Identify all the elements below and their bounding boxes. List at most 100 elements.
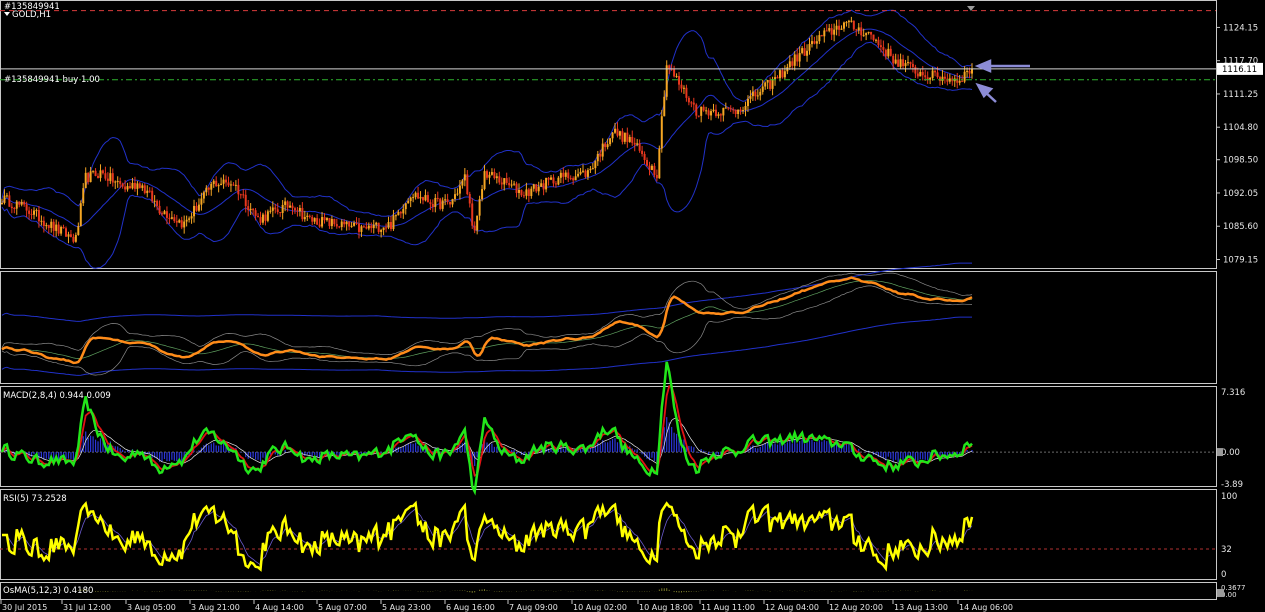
candle-body — [564, 172, 567, 177]
candle-body — [478, 199, 481, 216]
candle-body — [156, 200, 159, 206]
candle-body — [493, 172, 496, 179]
candle-body — [69, 234, 72, 237]
candle-body — [842, 22, 845, 29]
candle-body — [518, 189, 521, 193]
candle-body — [301, 207, 304, 220]
candle-body — [695, 104, 698, 116]
time-tick-label: 7 Aug 09:00 — [509, 603, 558, 612]
candle-body — [653, 165, 656, 175]
candle-body — [116, 181, 119, 183]
candle-body — [764, 82, 767, 87]
candle-body — [582, 170, 585, 172]
candle-body — [828, 28, 831, 31]
envelope-ribbon — [1, 280, 973, 359]
candle-body — [131, 182, 134, 189]
price-tick-label: 1079.15 — [1223, 255, 1258, 265]
time-axis: 30 Jul 2015 31 Jul 12:00 3 Aug 05:00 3 Aug … — [0, 600, 1013, 612]
candle-body — [700, 106, 703, 116]
arrow-icon — [975, 82, 997, 103]
candle-body — [449, 201, 452, 205]
candle-body — [141, 185, 144, 188]
envelope-lower — [1, 316, 972, 376]
candle-body — [754, 91, 757, 97]
candle-body — [35, 210, 38, 212]
candle-body — [498, 176, 501, 183]
candle-body — [55, 224, 58, 231]
candle-body — [138, 183, 141, 188]
price-levels: 1116.11 — [0, 10, 1263, 81]
candle-body — [562, 172, 565, 177]
candle-body — [724, 107, 727, 109]
candle-body — [596, 154, 599, 162]
time-tick-label: 4 Aug 14:00 — [255, 603, 304, 612]
candle-body — [867, 31, 870, 34]
candle-body — [906, 62, 909, 64]
candle-body — [239, 194, 242, 196]
scroll-handle[interactable] — [1217, 589, 1224, 597]
trading-chart[interactable]: 1124.151117.701111.251104.801098.501092.… — [0, 0, 1265, 612]
candle-body — [798, 53, 801, 62]
candle-body — [28, 210, 31, 214]
candle-body — [884, 49, 887, 57]
candle-body — [227, 182, 230, 186]
candle-body — [717, 114, 720, 116]
macd-main-line — [0, 361, 973, 496]
candle-body — [436, 197, 439, 199]
candle-body — [8, 195, 11, 207]
time-tick-label: 3 Aug 05:00 — [127, 603, 176, 612]
candle-body — [966, 70, 969, 72]
candle-body — [249, 208, 252, 211]
candle-body — [623, 132, 626, 142]
candle-body — [466, 174, 469, 195]
candle-body — [936, 72, 939, 78]
candle-body — [119, 181, 122, 184]
candle-body — [50, 221, 53, 228]
candle-body — [360, 226, 363, 232]
candle-body — [714, 109, 717, 116]
candle-body — [823, 30, 826, 37]
candle-body — [79, 203, 82, 227]
candle-body — [530, 188, 533, 196]
candle-body — [899, 59, 902, 67]
candle-body — [338, 226, 341, 228]
candle-body — [10, 206, 13, 209]
candle-body — [958, 80, 961, 83]
candle-body — [205, 187, 208, 193]
candle-body — [874, 39, 877, 41]
time-tick-label: 12 Aug 20:00 — [829, 603, 883, 612]
candle-body — [439, 198, 442, 209]
candle-body — [399, 211, 402, 214]
time-tick-label: 31 Jul 12:00 — [63, 603, 111, 612]
candle-body — [276, 209, 279, 213]
candle-body — [845, 22, 848, 24]
candle-body — [660, 116, 663, 149]
lower-band — [1, 41, 973, 269]
candle-body — [126, 186, 129, 190]
candle-body — [483, 171, 486, 190]
candle-body — [13, 208, 16, 210]
macd-marker — [1217, 448, 1223, 457]
candle-body — [316, 218, 319, 225]
candle-body — [345, 221, 348, 225]
candle-body — [788, 61, 791, 68]
candle-body — [129, 186, 132, 189]
candle-body — [914, 66, 917, 74]
bollinger-bands — [1, 9, 973, 269]
candle-body — [515, 183, 518, 193]
candle-body — [865, 33, 868, 36]
candle-body — [522, 195, 525, 197]
candle-body — [168, 217, 171, 219]
order-label[interactable]: #135849941 buy 1.00 — [4, 75, 100, 85]
candle-body — [392, 215, 395, 230]
chart-menu-icon[interactable] — [4, 12, 10, 16]
price-axis: 1124.151117.701111.251104.801098.501092.… — [1216, 23, 1258, 265]
candle-body — [569, 178, 572, 180]
candle-body — [15, 201, 18, 209]
candle-body — [818, 35, 821, 42]
macd-tick-label: -3.89 — [1221, 480, 1243, 490]
candle-body — [170, 217, 173, 219]
osma-indicator: 0.36770.00 — [3, 584, 1246, 599]
candle-body — [92, 170, 95, 172]
candle-body — [486, 171, 488, 178]
